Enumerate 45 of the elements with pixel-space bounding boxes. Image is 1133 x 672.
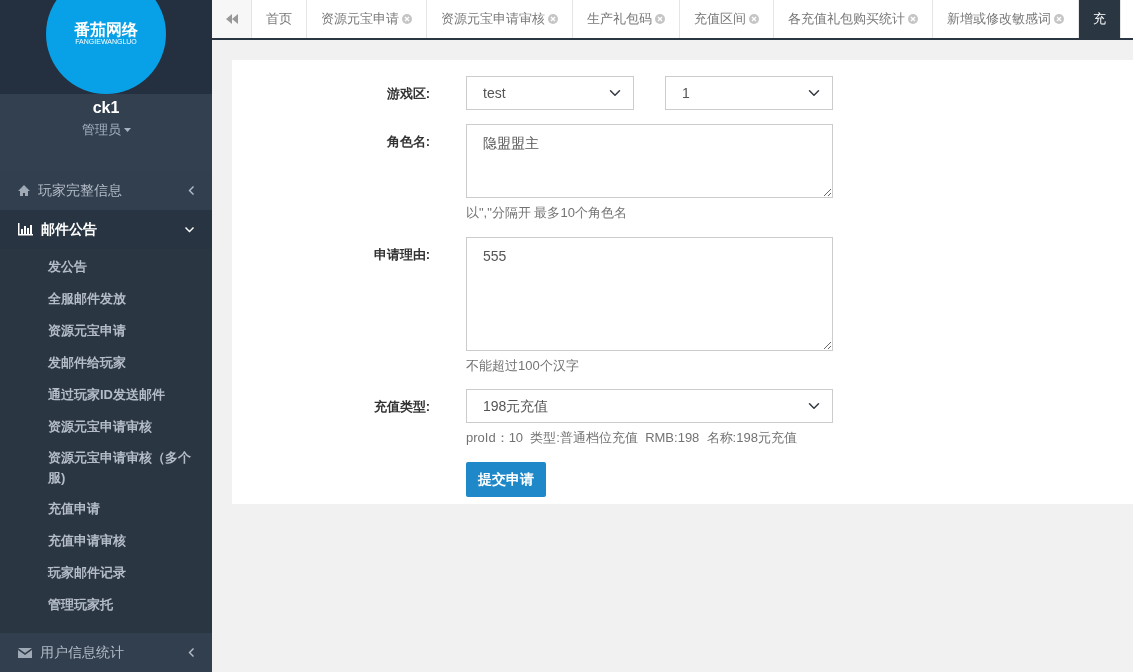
sidebar-submenu-item[interactable]: 资源元宝申请 [0,315,212,348]
field-label: 申请理由: [372,245,430,264]
sidebar-menu-item[interactable]: 玩家完整信息 [0,171,212,211]
field-label: 充值类型: [372,398,430,416]
sidebar-submenu-item[interactable]: 资源元宝申请审核（多个服) [0,443,212,494]
user-role-dropdown[interactable]: 管理员 [81,120,131,140]
tab[interactable]: 充值区间 [680,0,774,38]
sidebar-submenu-item[interactable]: 充值申请审核 [0,525,212,558]
tab[interactable]: 各充值礼包购买统计 [774,0,933,38]
help-text: proId：10 类型:普通档位充值 RMB:198 名称:198元充值 [466,429,798,447]
field-label: 游戏区: [385,85,430,103]
mail-icon [18,647,32,658]
text-area[interactable]: 555 [466,236,833,351]
chevron-left-icon [188,186,194,196]
text-area[interactable]: 隐盟盟主 [466,124,833,198]
tab[interactable]: 充 [1079,0,1121,38]
tab[interactable]: 首页 [252,0,307,38]
tab[interactable]: 资源元宝申请 [307,0,427,38]
field-label: 角色名: [385,133,430,151]
dropdown[interactable]: 198元充值 [466,389,833,423]
caret-icon [123,127,131,132]
tab[interactable]: 资源元宝申请审核 [427,0,573,38]
user-name: ck1 [92,98,120,118]
sidebar-submenu-item[interactable]: 通过玩家ID发送邮件 [0,379,212,412]
sidebar-submenu-item[interactable]: 资源元宝申请审核 [0,411,212,444]
submit-button[interactable]: 提交申请 [466,461,546,497]
tab[interactable]: 生产礼包码 [573,0,680,38]
dropdown[interactable]: 1 [665,76,833,110]
help-text: 以","分隔开 最多10个角色名 [466,204,628,222]
sidebar-submenu-item[interactable]: 玩家邮件记录 [0,557,212,590]
double-chevron-left-icon [225,14,238,24]
scroll-left-button[interactable] [212,0,252,38]
sidebar-submenu-item[interactable]: 管理玩家托 [0,589,212,622]
sidebar-submenu-item[interactable]: 全服邮件发放 [0,283,212,316]
sidebar-submenu-item[interactable]: 充值申请 [0,493,212,526]
chevron-down-icon [185,226,194,233]
bar-chart-icon [18,223,33,237]
chevron-left-icon [188,648,194,658]
home-icon [18,185,30,197]
dropdown[interactable]: test [466,76,634,110]
help-text: 不能超过100个汉字 [466,356,580,375]
sidebar-submenu-item[interactable]: 发公告 [0,251,212,284]
logo-title: 番茄网络 [74,21,138,38]
sidebar-submenu-item[interactable]: 发邮件给玩家 [0,347,212,380]
sidebar-menu-item[interactable]: 用户信息统计 [0,633,212,672]
